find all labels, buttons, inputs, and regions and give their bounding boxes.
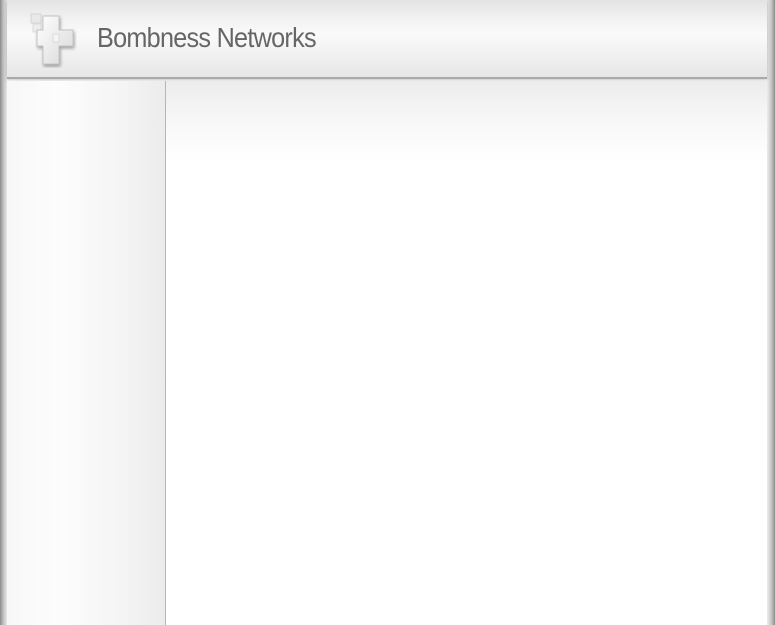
cross-logo-icon[interactable] bbox=[29, 12, 77, 68]
sidebar bbox=[7, 81, 166, 625]
site-title[interactable]: Bombness Networks bbox=[97, 22, 317, 54]
right-border bbox=[767, 0, 775, 625]
site-header: Bombness Networks bbox=[7, 0, 767, 79]
left-border bbox=[0, 0, 7, 625]
main-content bbox=[166, 81, 767, 625]
page-frame: Bombness Networks bbox=[0, 0, 775, 625]
